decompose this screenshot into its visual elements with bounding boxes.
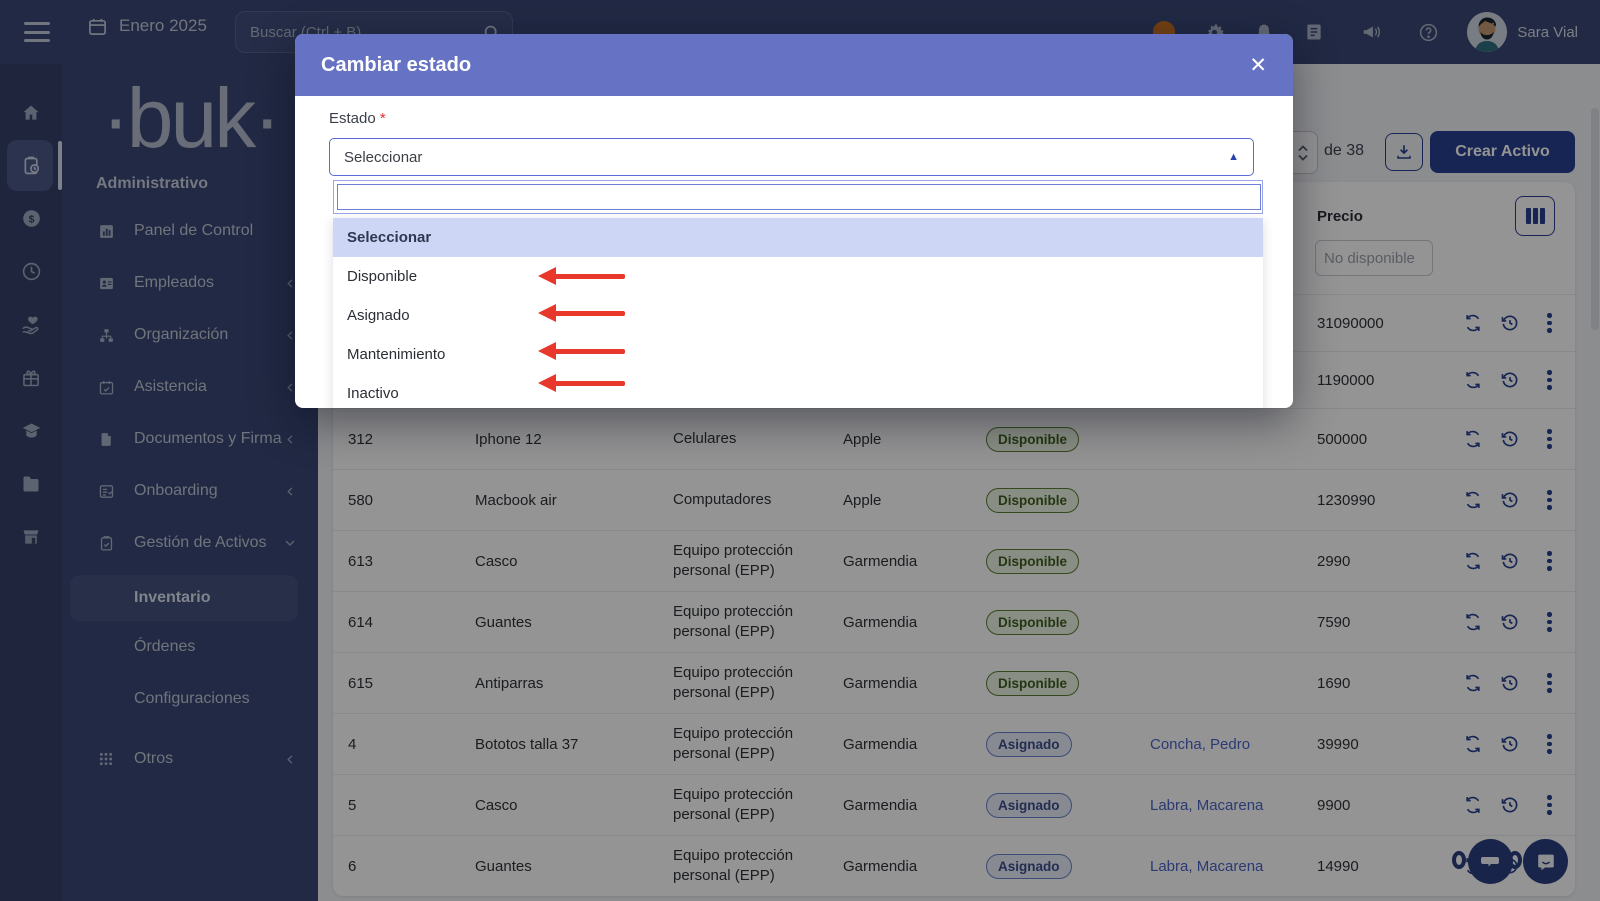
red-arrow-annotation-inactivo [538,374,626,392]
dropdown-options-list: SeleccionarDisponibleAsignadoMantenimien… [333,218,1263,408]
red-arrow-annotation-mantenimiento [538,342,626,360]
dropdown-option-disponible[interactable]: Disponible [333,257,1263,296]
estado-select[interactable]: Seleccionar ▲ [329,138,1254,176]
dropdown-option-inactivo[interactable]: Inactivo [333,374,1263,408]
dropdown-option-seleccionar[interactable]: Seleccionar [333,218,1263,257]
estado-select-value: Seleccionar [344,149,422,166]
required-asterisk: * [380,110,386,127]
dropdown-option-asignado[interactable]: Asignado [333,296,1263,335]
app-window: Enero 2025 Buscar (Ctrl + B) [0,0,1600,901]
red-arrow-annotation-disponible [538,267,626,285]
dropdown-search-wrapper [333,180,1263,214]
dropdown-option-mantenimiento[interactable]: Mantenimiento [333,335,1263,374]
change-status-modal: Cambiar estado ✕ Estado * Seleccionar ▲ … [295,34,1293,408]
chevron-up-icon: ▲ [1228,151,1239,163]
modal-title: Cambiar estado [321,54,1249,77]
modal-header: Cambiar estado ✕ [295,34,1293,96]
red-arrow-annotation-asignado [538,304,626,322]
dropdown-search-input[interactable] [337,184,1261,210]
estado-field-label: Estado * [329,110,386,127]
close-icon[interactable]: ✕ [1249,55,1267,76]
